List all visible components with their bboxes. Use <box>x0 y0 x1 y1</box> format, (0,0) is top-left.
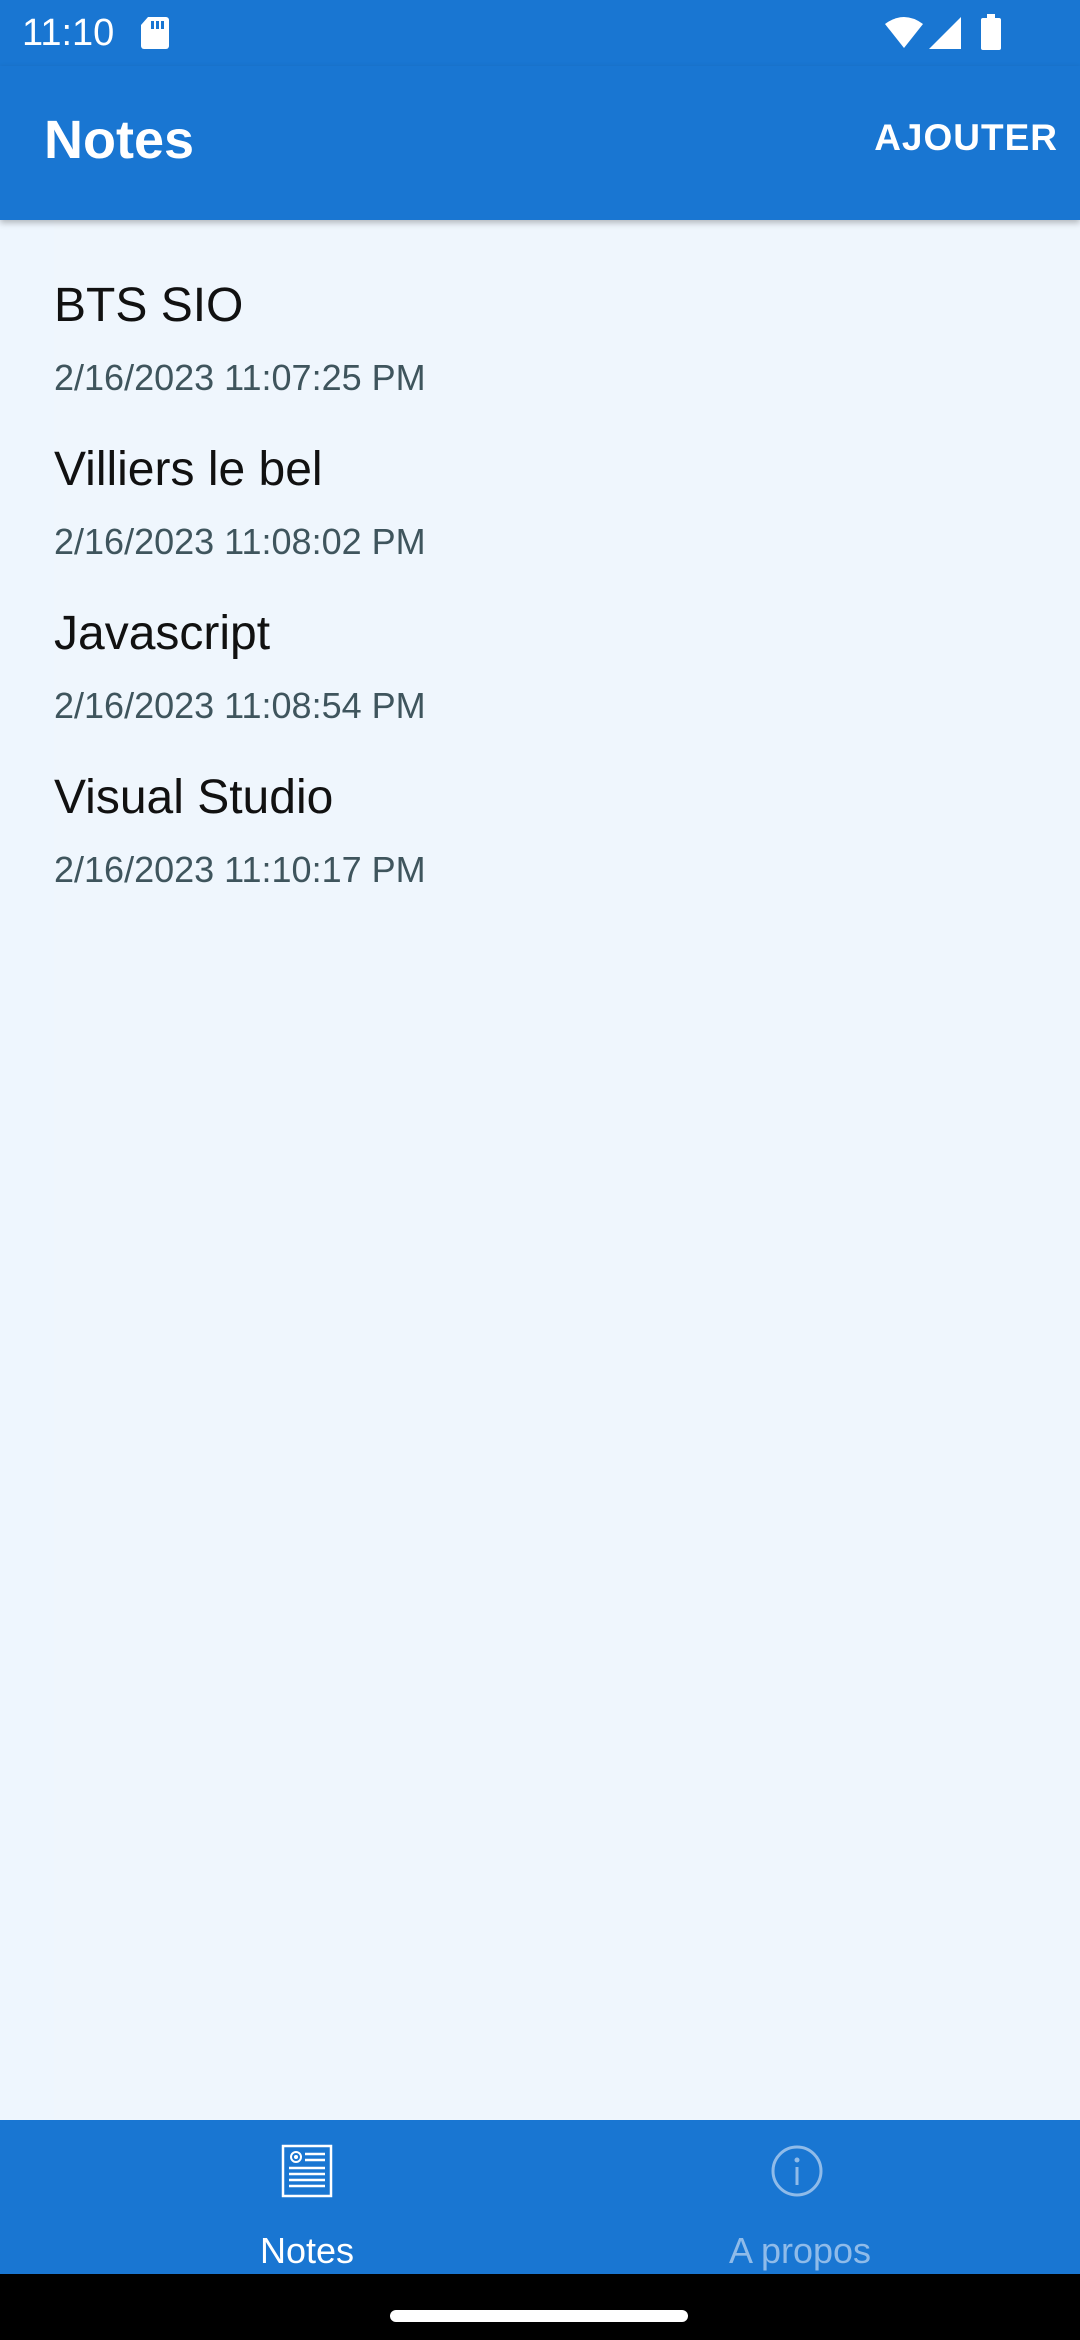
note-item[interactable]: Javascript 2/16/2023 11:08:54 PM <box>54 604 1080 768</box>
note-item[interactable]: BTS SIO 2/16/2023 11:07:25 PM <box>54 276 1080 440</box>
note-date: 2/16/2023 11:07:25 PM <box>54 357 426 398</box>
notes-icon <box>281 2144 333 2198</box>
tab-notes-label: Notes <box>259 2230 355 2271</box>
tab-about-label: A propos <box>728 2230 872 2271</box>
note-title: Visual Studio <box>54 771 334 824</box>
tab-notes[interactable]: Notes <box>0 2120 540 2274</box>
wifi-icon <box>885 17 923 48</box>
note-title: BTS SIO <box>54 279 244 332</box>
note-date: 2/16/2023 11:08:02 PM <box>54 521 426 562</box>
info-icon <box>771 2145 823 2197</box>
note-title: Villiers le bel <box>54 443 323 496</box>
content-area: BTS SIO 2/16/2023 11:07:25 PM Villiers l… <box>0 220 1080 2120</box>
bottom-tab-bar: Notes A propos <box>0 2120 1080 2274</box>
note-date: 2/16/2023 11:10:17 PM <box>54 849 426 890</box>
app-bar: Notes AJOUTER <box>0 66 1080 220</box>
notes-list: BTS SIO 2/16/2023 11:07:25 PM Villiers l… <box>54 276 1080 932</box>
note-item[interactable]: Villiers le bel 2/16/2023 11:08:02 PM <box>54 440 1080 604</box>
sd-card-icon <box>141 17 169 49</box>
notes-list-panel[interactable]: BTS SIO 2/16/2023 11:07:25 PM Villiers l… <box>54 220 1080 2120</box>
signal-icon <box>929 17 961 49</box>
note-date: 2/16/2023 11:08:54 PM <box>54 685 426 726</box>
page-title: Notes <box>44 110 195 170</box>
note-item[interactable]: Visual Studio 2/16/2023 11:10:17 PM <box>54 768 1080 932</box>
status-time: 11:10 <box>22 12 115 54</box>
battery-icon <box>981 14 1001 50</box>
note-title: Javascript <box>54 607 271 660</box>
home-indicator[interactable] <box>390 2310 688 2322</box>
add-note-button[interactable]: AJOUTER <box>874 116 1058 160</box>
tab-about[interactable]: A propos <box>540 2120 1080 2274</box>
system-nav-bar <box>0 2274 1080 2340</box>
status-bar: 11:10 <box>0 0 1080 66</box>
